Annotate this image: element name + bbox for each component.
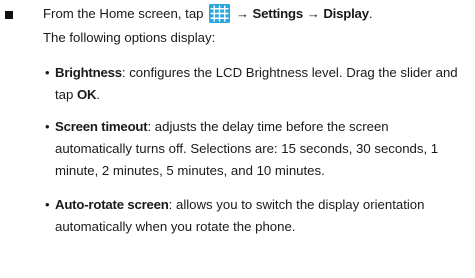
step-period: . <box>368 6 373 21</box>
option-term: Screen timeout <box>55 119 148 134</box>
apps-grid-icon <box>209 4 231 23</box>
option-tail: . <box>96 87 101 102</box>
option-term: Auto-rotate screen <box>55 197 169 212</box>
settings-label: Settings <box>252 6 304 21</box>
option-screen-timeout: • Screen timeout: adjusts the delay time… <box>45 116 467 182</box>
display-label: Display <box>323 6 369 21</box>
step-pre-text: From the Home screen, tap <box>43 6 204 21</box>
round-bullet: • <box>45 197 50 212</box>
round-bullet: • <box>45 119 50 134</box>
round-bullet: • <box>45 65 50 80</box>
option-term: Brightness <box>55 65 122 80</box>
option-brightness: • Brightness: configures the LCD Brightn… <box>45 62 467 106</box>
square-bullet <box>5 11 13 19</box>
option-auto-rotate: • Auto-rotate screen: allows you to swit… <box>45 194 467 238</box>
ok-label: OK <box>77 87 97 102</box>
arrow-1: → <box>235 6 249 21</box>
instruction-step: From the Home screen, tap → Settings → D… <box>43 3 473 25</box>
intro-text: The following options display: <box>43 30 216 45</box>
arrow-2: → <box>306 6 320 21</box>
